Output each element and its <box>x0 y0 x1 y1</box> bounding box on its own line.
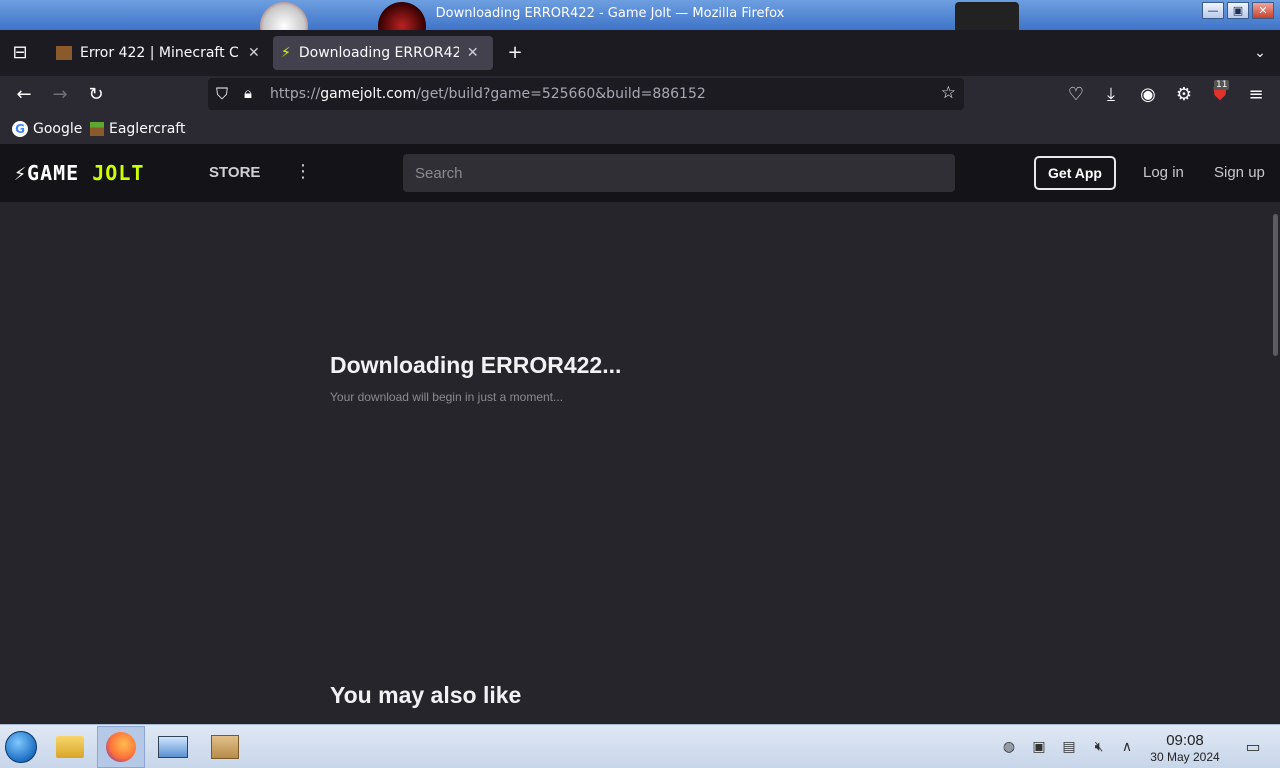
system-clock[interactable]: 09:08 30 May 2024 <box>1140 732 1230 764</box>
download-icon[interactable]: ⤓ <box>1099 84 1123 106</box>
show-desktop-icon[interactable]: ▭ <box>1244 738 1262 756</box>
remote-desktop-taskbar-item[interactable] <box>149 726 197 768</box>
google-icon: G <box>12 121 28 137</box>
store-link[interactable]: STORE <box>209 164 260 181</box>
clock-time: 09:08 <box>1166 732 1204 749</box>
url-text[interactable]: https://gamejolt.com/get/build?game=5256… <box>270 86 706 102</box>
main-content: Downloading ERROR422... Your download wi… <box>0 202 1280 724</box>
security-tray-icon[interactable]: ▣ <box>1030 738 1048 756</box>
bookmarks-toolbar: G Google Eaglercraft <box>0 114 1280 144</box>
close-window-button[interactable]: ✕ <box>1252 2 1274 19</box>
bookmark-eaglercraft[interactable]: Eaglercraft <box>90 121 185 137</box>
gamejolt-logo[interactable]: ⚡GAME JOLT <box>14 161 144 185</box>
clipboard-tray-icon[interactable]: ▤ <box>1060 738 1078 756</box>
navigation-toolbar: ← → ↻ ⛉ 🔒︎ https://gamejolt.com/get/buil… <box>0 76 1280 114</box>
grass-block-icon <box>90 122 104 136</box>
menu-icon[interactable]: ≡ <box>1244 84 1268 106</box>
url-bar[interactable]: ⛉ 🔒︎ https://gamejolt.com/get/build?game… <box>208 78 964 110</box>
page-scrollbar[interactable] <box>1273 214 1278 356</box>
extension-badge: 11 <box>1214 80 1230 90</box>
start-button[interactable] <box>5 731 37 763</box>
window-title: Downloading ERROR422 - Game Jolt — Mozil… <box>435 6 785 21</box>
download-status-text: Your download will begin in just a momen… <box>330 390 564 404</box>
tab-bar: ⊟ Error 422 | Minecraft Cre ✕ ⚡ Download… <box>0 30 1280 76</box>
pocket-icon[interactable]: ♡ <box>1064 84 1088 106</box>
recommendations-heading: You may also like <box>330 682 522 708</box>
folder-icon <box>56 736 84 758</box>
window-titlebar: Downloading ERROR422 - Game Jolt — Mozil… <box>0 0 1280 30</box>
close-tab-icon[interactable]: ✕ <box>467 45 479 61</box>
get-app-button[interactable]: Get App <box>1034 156 1116 190</box>
gamejolt-favicon-icon: ⚡ <box>281 45 291 61</box>
tab-downloading[interactable]: ⚡ Downloading ERROR422 ✕ <box>273 36 493 70</box>
clock-date: 30 May 2024 <box>1150 750 1220 764</box>
chevron-down-icon[interactable]: ⌄ <box>1248 42 1272 64</box>
minecraft-favicon-icon <box>56 46 72 60</box>
lock-icon[interactable]: 🔒︎ <box>244 84 252 102</box>
monitor-icon <box>158 736 188 758</box>
close-tab-icon[interactable]: ✕ <box>248 45 260 61</box>
tab-list-icon[interactable]: ⊟ <box>8 42 32 64</box>
firefox-taskbar-item[interactable] <box>97 726 145 768</box>
new-tab-icon[interactable]: + <box>503 42 527 64</box>
file-manager-taskbar-item[interactable] <box>46 726 94 768</box>
bookmark-label: Eaglercraft <box>109 121 186 137</box>
bookmark-label: Google <box>33 121 83 137</box>
more-options-icon[interactable]: ⋮ <box>294 161 312 182</box>
firefox-icon <box>106 732 136 762</box>
account-icon[interactable]: ◉ <box>1136 84 1160 106</box>
taskbar: ◍ ▣ ▤ 🔇︎ ∧ 09:08 30 May 2024 ▭ <box>0 724 1280 768</box>
tab-label: Error 422 | Minecraft Cre <box>80 45 240 61</box>
reload-icon[interactable]: ↻ <box>84 84 108 106</box>
page-title: Downloading ERROR422... <box>330 352 622 378</box>
maximize-button[interactable]: ▣ <box>1227 2 1249 19</box>
package-icon <box>211 735 239 759</box>
bookmark-google[interactable]: G Google <box>12 121 82 137</box>
login-link[interactable]: Log in <box>1143 164 1184 181</box>
shield-icon[interactable]: ⛉ <box>216 84 228 104</box>
signup-link[interactable]: Sign up <box>1214 164 1265 181</box>
tab-label: Downloading ERROR422 <box>298 45 459 61</box>
forward-icon[interactable]: → <box>48 84 72 106</box>
window-controls: — ▣ ✕ <box>1202 2 1274 19</box>
volume-muted-icon[interactable]: 🔇︎ <box>1090 738 1108 756</box>
minimize-button[interactable]: — <box>1202 2 1224 19</box>
site-header: ⚡GAME JOLT STORE ⋮ Get App Log in Sign u… <box>0 144 1280 202</box>
network-tray-icon[interactable]: ◍ <box>1000 738 1018 756</box>
package-manager-taskbar-item[interactable] <box>201 726 249 768</box>
tab-error-422[interactable]: Error 422 | Minecraft Cre ✕ <box>50 36 268 70</box>
bookmark-star-icon[interactable]: ☆ <box>941 83 956 103</box>
extensions-icon[interactable]: ⚙ <box>1172 84 1196 106</box>
back-icon[interactable]: ← <box>12 84 36 106</box>
search-input[interactable] <box>403 154 955 192</box>
show-hidden-icons-chevron-icon[interactable]: ∧ <box>1118 738 1136 756</box>
